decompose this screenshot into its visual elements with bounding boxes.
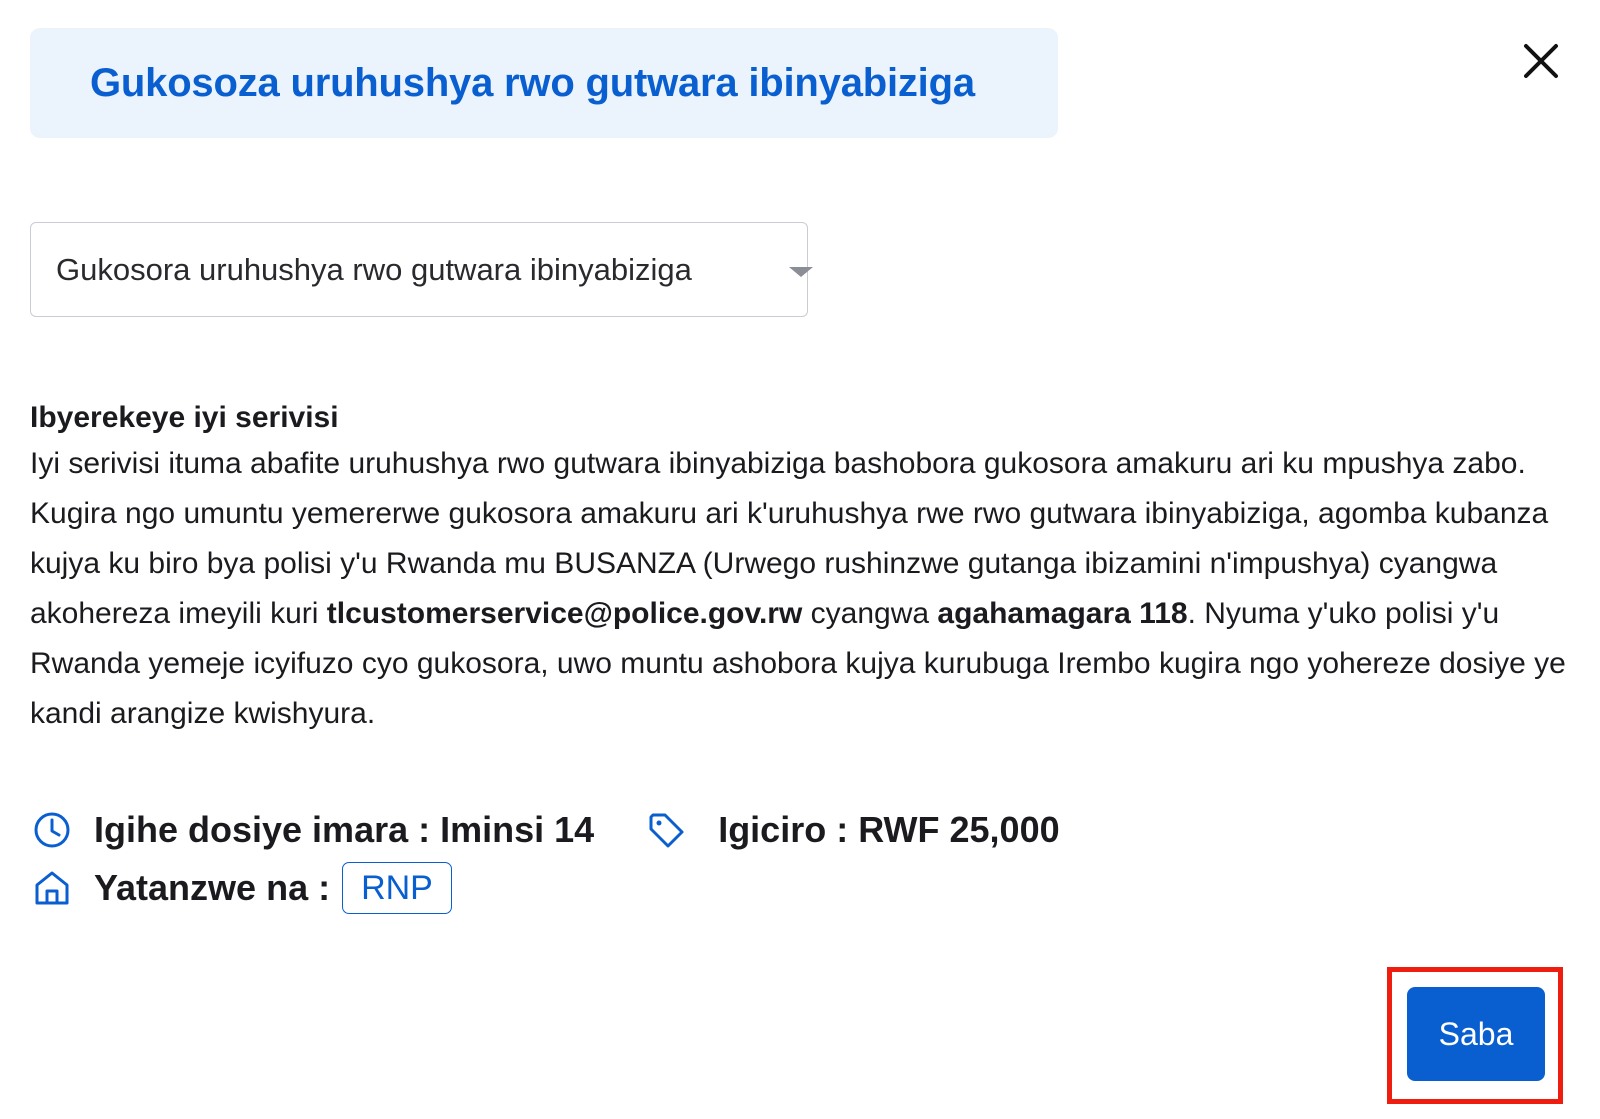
service-meta: Igihe dosiye imara : Iminsi 14 Igiciro :…: [30, 802, 1060, 916]
chevron-down-icon: [789, 267, 813, 277]
close-button[interactable]: [1516, 36, 1566, 86]
description-text: Iyi serivisi ituma abafite uruhushya rwo…: [30, 439, 1590, 739]
support-email: tlcustomerservice@police.gov.rw: [326, 597, 803, 630]
provider-badge: RNP: [342, 862, 452, 914]
clock-icon: [30, 808, 74, 852]
service-modal: Gukosoza uruhushya rwo gutwara ibinyabiz…: [0, 0, 1600, 1119]
submit-button[interactable]: Saba: [1407, 987, 1545, 1081]
description-part-2: cyangwa: [802, 597, 938, 630]
title-banner: Gukosoza uruhushya rwo gutwara ibinyabiz…: [30, 28, 1058, 138]
service-select[interactable]: Gukosora uruhushya rwo gutwara ibinyabiz…: [30, 222, 813, 317]
price-tag-icon: [644, 808, 688, 852]
support-phone: agahamagara 118: [937, 597, 1188, 630]
provider-label: Yatanzwe na :: [94, 867, 331, 908]
page-title: Gukosoza uruhushya rwo gutwara ibinyabiz…: [90, 60, 975, 105]
processing-time: Igihe dosiye imara : Iminsi 14: [94, 809, 595, 850]
price: Igiciro : RWF 25,000: [718, 809, 1060, 850]
description-heading: Ibyerekeye iyi serivisi: [30, 401, 339, 434]
close-icon: [1524, 44, 1558, 78]
home-icon: [30, 866, 74, 910]
service-description: Ibyerekeye iyi serivisi Iyi serivisi itu…: [30, 398, 1590, 739]
service-select-value: Gukosora uruhushya rwo gutwara ibinyabiz…: [56, 251, 692, 287]
